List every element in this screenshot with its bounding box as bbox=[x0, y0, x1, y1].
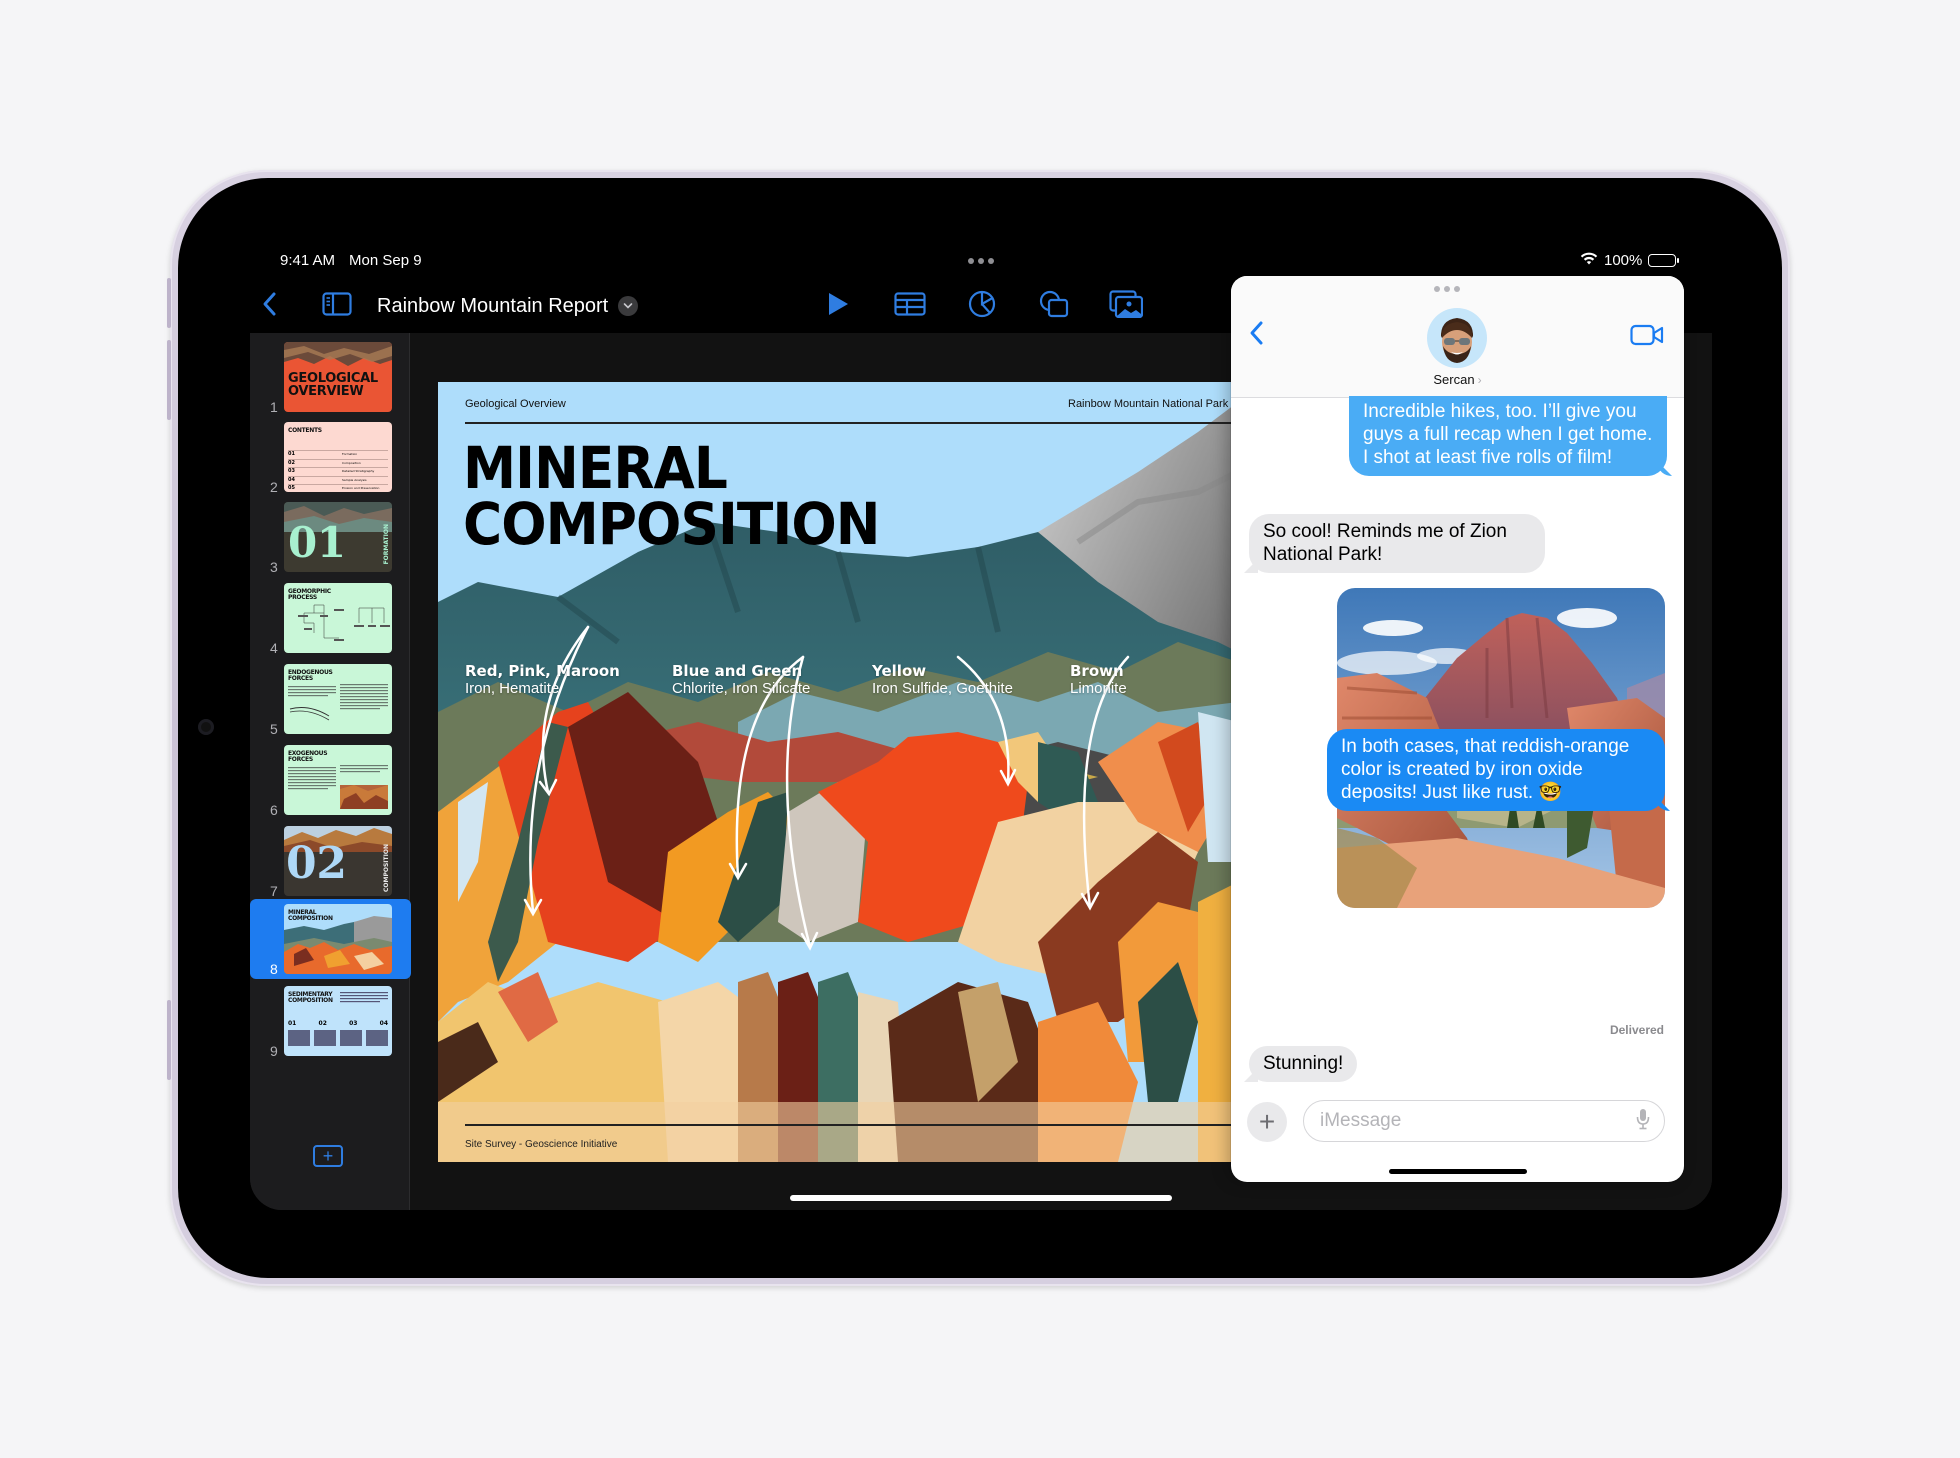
status-bar-right: 100% bbox=[1580, 252, 1680, 269]
multitasking-dots[interactable] bbox=[968, 258, 994, 264]
slide-thumbnail-9[interactable]: SEDIMENTARY COMPOSITION 01 02 03 04 9 bbox=[250, 983, 410, 1061]
messages-slide-over: Sercan › Incredible hikes, too. I’ll give… bbox=[1231, 276, 1684, 1182]
status-date: Mon Sep 9 bbox=[349, 252, 422, 269]
slide-thumbnail-8[interactable]: MINERAL COMPOSITION 8 bbox=[250, 899, 411, 979]
current-slide[interactable]: Geological Overview Rainbow Mountain Nat… bbox=[438, 382, 1238, 1162]
thumbnail-image: GEOLOGICAL OVERVIEW bbox=[284, 342, 392, 412]
message-bubble-incoming[interactable]: So cool! Reminds me of Zion National Par… bbox=[1249, 514, 1545, 573]
chevron-right-icon: › bbox=[1477, 373, 1482, 387]
contact-name-button[interactable]: Sercan › bbox=[1231, 372, 1684, 387]
battery-icon bbox=[1648, 254, 1680, 267]
slide-title[interactable]: MINERAL COMPOSITION bbox=[463, 439, 880, 553]
status-time: 9:41 AM bbox=[280, 252, 336, 269]
volume-button bbox=[167, 340, 171, 420]
message-bubble-incoming[interactable]: Stunning! bbox=[1249, 1046, 1358, 1082]
chevron-left-icon bbox=[1249, 321, 1265, 350]
sidebar-toggle-icon bbox=[322, 291, 352, 321]
slide-header-left: Geological Overview bbox=[465, 398, 566, 410]
thumbnail-image: EXOGENOUS FORCES bbox=[284, 745, 392, 815]
chevron-left-icon bbox=[262, 291, 278, 322]
thumbnail-image: ENDOGENOUS FORCES bbox=[284, 664, 392, 734]
insert-table-button[interactable] bbox=[892, 288, 928, 324]
volume-button bbox=[167, 278, 171, 328]
memoji-icon bbox=[1440, 318, 1474, 363]
slide-thumbnail-3[interactable]: 01 FORMATION 3 bbox=[250, 499, 410, 577]
back-button[interactable] bbox=[1249, 320, 1265, 351]
slide-footer: Site Survey - Geoscience Initiative bbox=[465, 1139, 618, 1150]
shapes-icon bbox=[1039, 290, 1069, 323]
video-camera-icon bbox=[1630, 324, 1664, 350]
thumbnail-image: GEOMORPHIC PROCESS bbox=[284, 583, 392, 653]
conversation-header: Sercan › bbox=[1231, 276, 1684, 398]
slide-thumbnail-1[interactable]: GEOLOGICAL OVERVIEW 1 bbox=[250, 339, 410, 417]
avatar[interactable] bbox=[1427, 308, 1487, 368]
mineral-label[interactable]: Red, Pink, Maroon Iron, Hematite bbox=[465, 662, 620, 698]
photo-icon bbox=[1109, 289, 1144, 323]
chevron-down-icon bbox=[618, 296, 639, 316]
wifi-icon bbox=[1580, 252, 1598, 269]
window-grabber-dots[interactable] bbox=[1434, 286, 1460, 292]
thumbnail-image: 01 FORMATION bbox=[284, 502, 392, 572]
facetime-video-button[interactable] bbox=[1630, 324, 1664, 351]
slide-header-rule bbox=[465, 422, 1238, 424]
pie-chart-icon bbox=[968, 290, 996, 323]
slide-thumbnail-6[interactable]: EXOGENOUS FORCES 6 bbox=[250, 742, 410, 820]
play-button[interactable] bbox=[820, 288, 856, 324]
table-icon bbox=[894, 291, 926, 321]
insert-shape-button[interactable] bbox=[1036, 288, 1072, 324]
slide-thumbnail-2[interactable]: CONTENTS 01 Formation 02 Composition 03 Det… bbox=[250, 419, 410, 497]
slide-thumbnail-5[interactable]: ENDOGENOUS FORCES 5 bbox=[250, 661, 410, 739]
apps-button[interactable]: + bbox=[1247, 1102, 1287, 1142]
front-camera bbox=[198, 719, 214, 735]
mineral-label[interactable]: Yellow Iron Sulfide, Goethite bbox=[872, 662, 1013, 698]
mineral-label[interactable]: Blue and Green Chlorite, Iron Silicate bbox=[672, 662, 810, 698]
top-button bbox=[167, 1000, 171, 1080]
message-input[interactable]: iMessage bbox=[1303, 1100, 1665, 1142]
slide-thumbnail-7[interactable]: 02 COMPOSITION 7 bbox=[250, 823, 410, 901]
document-title: Rainbow Mountain Report bbox=[377, 294, 609, 317]
slide-footer-rule bbox=[465, 1124, 1238, 1126]
back-button[interactable] bbox=[262, 286, 278, 326]
thumbnail-image: SEDIMENTARY COMPOSITION 01 02 03 04 bbox=[284, 986, 392, 1056]
plus-icon: + bbox=[322, 1146, 334, 1166]
thumbnail-image: 02 COMPOSITION bbox=[284, 826, 392, 896]
mineral-label[interactable]: Brown Limonite bbox=[1070, 662, 1127, 698]
status-bar-left: 9:41 AM Mon Sep 9 bbox=[280, 252, 422, 269]
message-bubble-outgoing[interactable]: In both cases, that reddish-orange color… bbox=[1327, 729, 1665, 811]
message-bubble-outgoing[interactable]: Incredible hikes, too. I’ll give you guy… bbox=[1349, 396, 1667, 476]
slide-header-right: Rainbow Mountain National Park bbox=[1068, 398, 1229, 410]
document-title-menu[interactable]: Rainbow Mountain Report bbox=[377, 286, 639, 326]
battery-percentage: 100% bbox=[1604, 252, 1643, 269]
slide-navigator: GEOLOGICAL OVERVIEW 1 CONTENTS 01 Formati… bbox=[250, 333, 411, 1210]
home-indicator[interactable] bbox=[790, 1195, 1172, 1201]
insert-toolbar bbox=[820, 286, 1144, 326]
insert-chart-button[interactable] bbox=[964, 288, 1000, 324]
plus-icon: + bbox=[1258, 1106, 1276, 1137]
play-icon bbox=[827, 292, 849, 321]
contact-name: Sercan bbox=[1433, 372, 1475, 387]
slide-over-home-indicator[interactable] bbox=[1389, 1169, 1527, 1174]
thumbnail-image: MINERAL COMPOSITION bbox=[284, 904, 392, 974]
thumbnail-image: CONTENTS 01 Formation 02 Composition 03 Det… bbox=[284, 422, 392, 492]
delivery-status: Delivered bbox=[1609, 1023, 1664, 1037]
add-slide-button[interactable]: + bbox=[313, 1145, 343, 1167]
sidebar-toggle-button[interactable] bbox=[322, 286, 352, 326]
slide-thumbnail-4[interactable]: GEOMORPHIC PROCESS 4 bbox=[250, 580, 410, 658]
message-input-placeholder: iMessage bbox=[1320, 1110, 1402, 1131]
microphone-icon[interactable] bbox=[1636, 1108, 1650, 1135]
insert-media-button[interactable] bbox=[1108, 288, 1144, 324]
